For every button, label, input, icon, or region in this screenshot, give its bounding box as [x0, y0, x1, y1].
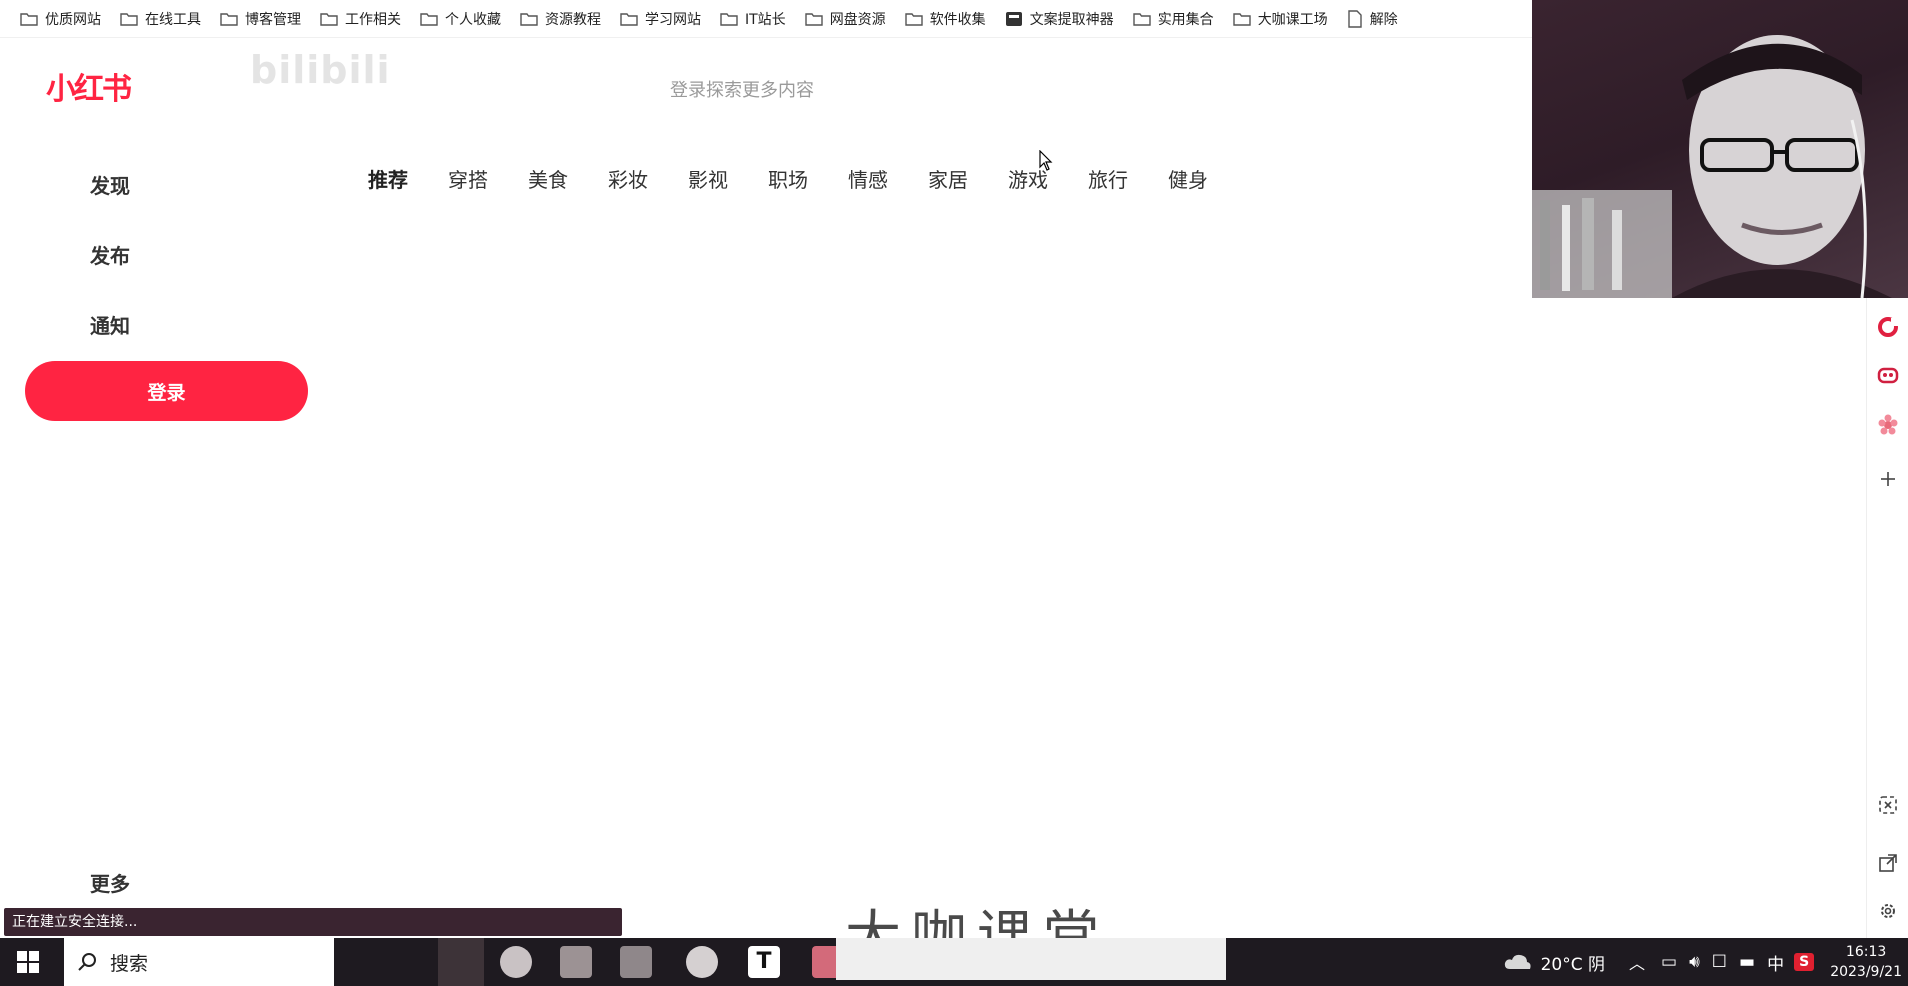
windows-taskbar: 搜索 T 20°C 阴 ︿ ▭ 🔊︎ ☐ ▬ 中 S 16:13 2023/9/… [0, 938, 1908, 986]
bookmark-item[interactable]: 网盘资源 [804, 9, 886, 29]
taskbar-search-label: 搜索 [110, 952, 149, 975]
bookmark-label: IT站长 [745, 11, 786, 28]
search-icon [78, 953, 96, 971]
channel-tab[interactable]: 美食 [528, 164, 568, 193]
settings-gear-icon[interactable] [1877, 900, 1899, 922]
bookmark-label: 解除 [1369, 11, 1398, 28]
volume-icon[interactable]: 🔊︎ [1689, 952, 1700, 972]
folder-icon [520, 11, 545, 27]
bookmark-label: 资源教程 [545, 11, 601, 28]
bookmark-label: 博客管理 [245, 11, 301, 28]
folder-icon [720, 11, 745, 27]
bookmark-label: 在线工具 [145, 11, 201, 28]
screenshot-icon[interactable] [1877, 794, 1899, 816]
taskbar-clock[interactable]: 16:13 2023/9/21 [1830, 942, 1902, 982]
bookmark-label: 文案提取神器 [1029, 11, 1114, 28]
refresh-circle-icon[interactable] [1877, 316, 1899, 338]
folder-icon [320, 11, 345, 27]
bookmark-item[interactable]: 资源教程 [520, 9, 601, 29]
channel-tab[interactable]: 健身 [1168, 164, 1208, 193]
bookmark-label: 个人收藏 [445, 11, 501, 28]
add-icon[interactable] [1877, 468, 1899, 490]
bookmark-label: 学习网站 [645, 11, 701, 28]
game-controller-icon[interactable] [1877, 364, 1899, 386]
login-hint-text[interactable]: 登录探索更多内容 [670, 76, 814, 102]
channel-tabs: 推荐 穿搭 美食 彩妆 影视 职场 情感 家居 游戏 旅行 健身 [368, 164, 1248, 193]
bookmark-item[interactable]: 学习网站 [620, 9, 701, 29]
taskbar-active-app-icon[interactable] [438, 938, 484, 986]
bookmark-label: 软件收集 [929, 11, 986, 28]
page-icon [1347, 9, 1370, 28]
typora-icon[interactable]: T [748, 946, 780, 978]
ime-language[interactable]: 中 [1767, 950, 1784, 975]
bilibili-watermark: bilibili [250, 48, 391, 92]
taskbar-search[interactable]: 搜索 [64, 938, 334, 986]
loading-status: 正在建立安全连接... [4, 908, 622, 936]
folder-icon [1232, 11, 1258, 27]
bookmark-item[interactable]: 解除 [1347, 9, 1398, 29]
system-tray: 20°C 阴 ︿ ▭ 🔊︎ ☐ ▬ 中 S 16:13 2023/9/21 [1503, 938, 1908, 986]
channel-tab[interactable]: 家居 [928, 164, 968, 193]
folder-icon [620, 11, 645, 27]
channel-tab[interactable]: 情感 [848, 164, 888, 193]
bookmark-item[interactable]: 博客管理 [220, 9, 301, 29]
nav-notify[interactable]: 通知 [90, 310, 130, 339]
chevron-up-icon[interactable]: ︿ [1629, 950, 1645, 974]
folder-icon [420, 11, 445, 27]
bookmark-label: 实用集合 [1157, 11, 1214, 28]
sogou-ime-icon[interactable]: S [1794, 953, 1815, 971]
xiaohongshu-logo[interactable]: 小红书 [46, 64, 132, 108]
phone-link-icon[interactable]: ☐ [1712, 952, 1727, 972]
folder-icon [120, 11, 145, 27]
channel-tab[interactable]: 职场 [768, 164, 808, 193]
browser-sidebar [1866, 298, 1908, 938]
mouse-cursor-icon [1039, 150, 1053, 171]
bookmark-item[interactable]: 软件收集 [904, 9, 986, 29]
channel-tab[interactable]: 旅行 [1088, 164, 1128, 193]
clock-time: 16:13 [1845, 944, 1887, 960]
bookmark-item[interactable]: 在线工具 [120, 9, 201, 29]
bookmark-item[interactable]: IT站长 [720, 9, 786, 29]
channel-tab[interactable]: 穿搭 [448, 164, 488, 193]
battery-icon[interactable]: ▬ [1739, 952, 1755, 972]
folder-icon [1132, 11, 1158, 27]
nav-more[interactable]: 更多 [90, 868, 130, 897]
nav-discover[interactable]: 发现 [90, 170, 130, 199]
channel-tab[interactable]: 推荐 [368, 164, 408, 193]
folder-icon [220, 11, 245, 27]
folder-icon [804, 11, 830, 27]
watermark-bar [836, 938, 1226, 980]
bookmark-item[interactable]: 文案提取神器 [1005, 9, 1114, 29]
bookmark-item[interactable]: 个人收藏 [420, 9, 501, 29]
bookmark-label: 网盘资源 [829, 11, 886, 28]
folder-icon [20, 11, 45, 27]
bookmark-label: 工作相关 [345, 11, 401, 28]
bookmark-item[interactable]: 实用集合 [1132, 9, 1214, 29]
clock-date: 2023/9/21 [1830, 964, 1902, 980]
bookmark-item[interactable]: 大咖课工场 [1232, 9, 1328, 29]
login-button[interactable]: 登录 [25, 361, 308, 421]
windows-start-icon[interactable] [16, 950, 40, 974]
chrome-icon[interactable] [500, 946, 532, 978]
cloud-weather-icon [1504, 954, 1531, 969]
nav-publish[interactable]: 发布 [90, 240, 130, 269]
network-icon[interactable]: ▭ [1661, 952, 1677, 972]
external-link-icon[interactable] [1877, 852, 1899, 874]
presenter-video-icon [1532, 35, 1892, 298]
bookmark-label: 优质网站 [45, 11, 101, 28]
app-icon [1005, 11, 1030, 27]
bookmark-label: 大咖课工场 [1257, 11, 1328, 28]
bookmark-item[interactable]: 工作相关 [320, 9, 401, 29]
bookmark-item[interactable]: 优质网站 [20, 9, 101, 29]
flower-app-icon[interactable] [686, 946, 718, 978]
channel-tab[interactable]: 彩妆 [608, 164, 648, 193]
folder-icon [904, 11, 930, 27]
notepad-icon[interactable] [560, 946, 592, 978]
editor-icon[interactable] [620, 946, 652, 978]
webcam-overlay [1532, 0, 1908, 298]
flower-icon[interactable] [1877, 414, 1899, 436]
channel-tab[interactable]: 影视 [688, 164, 728, 193]
weather-text[interactable]: 20°C 阴 [1541, 950, 1605, 975]
